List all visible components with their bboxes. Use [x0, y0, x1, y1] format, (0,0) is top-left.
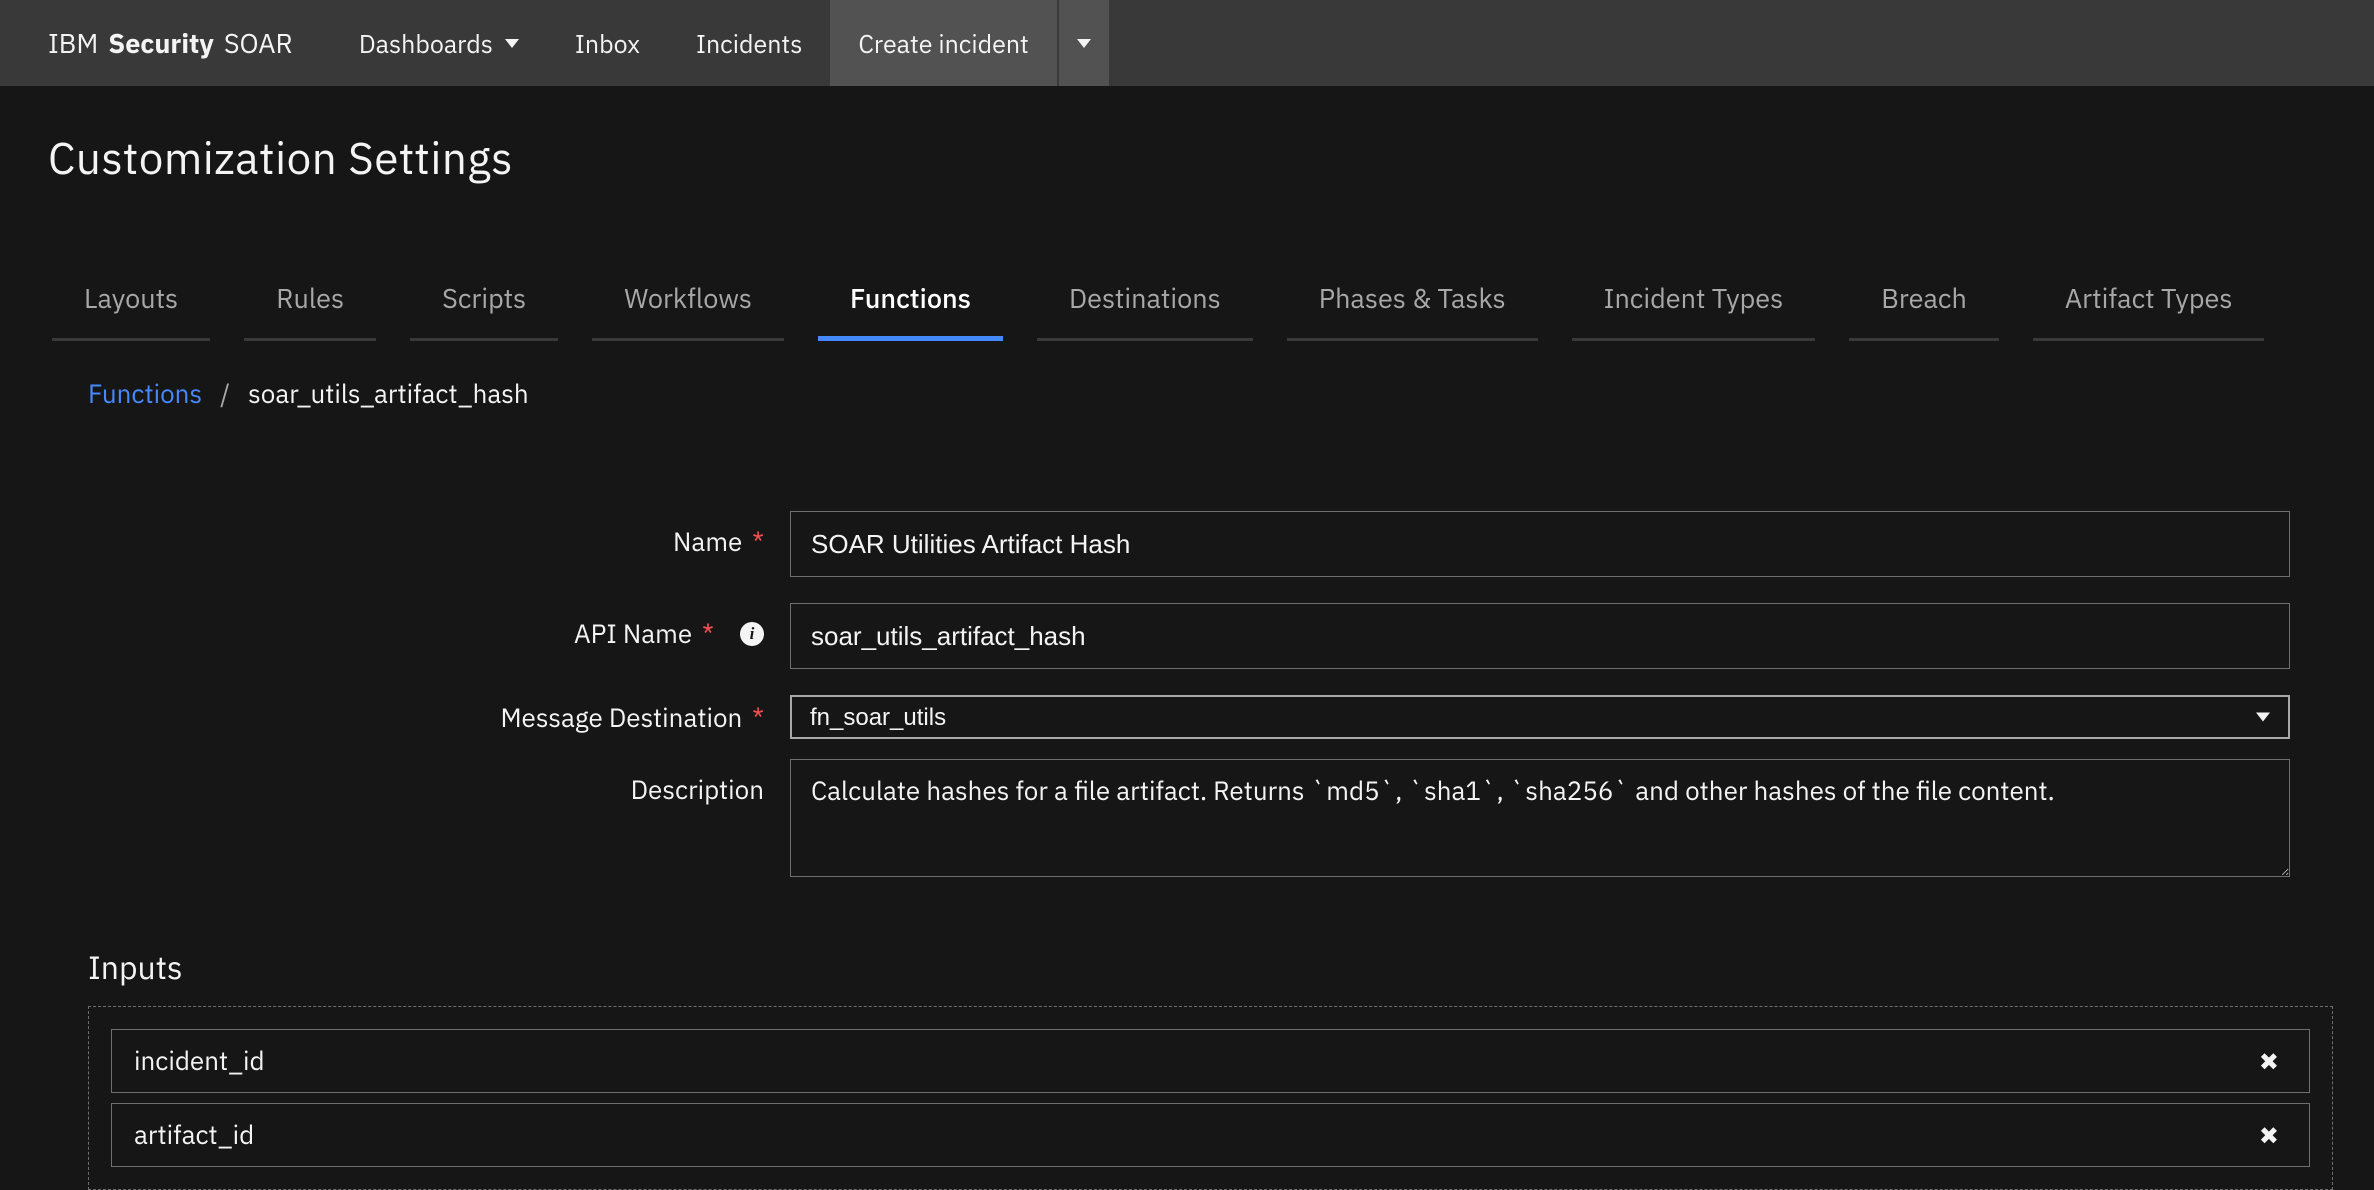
close-icon[interactable]: ✖ [2251, 1115, 2287, 1155]
nav-dashboards[interactable]: Dashboards [331, 0, 547, 86]
brand-soar: SOAR [224, 26, 293, 61]
message-destination-select[interactable]: fn_soar_utils [790, 695, 2290, 739]
nav-create-incident-dropdown[interactable] [1059, 0, 1109, 86]
tab-artifact-types[interactable]: Artifact Types [2033, 267, 2265, 341]
nav-create-incident-label: Create incident [858, 27, 1028, 60]
brand-security: Security [108, 26, 213, 61]
caret-down-icon [505, 39, 519, 48]
row-description: Description [0, 759, 2334, 884]
brand-ibm: IBM [48, 26, 98, 61]
nav-inbox-label: Inbox [575, 27, 640, 60]
inputs-dropzone[interactable]: incident_id ✖ artifact_id ✖ [88, 1006, 2333, 1190]
tab-breach[interactable]: Breach [1849, 267, 1999, 341]
tab-strip: Layouts Rules Scripts Workflows Function… [0, 187, 2374, 341]
label-message-destination-text: Message Destination [500, 701, 742, 735]
tab-phases-tasks[interactable]: Phases & Tasks [1287, 267, 1538, 341]
message-destination-select-wrap: fn_soar_utils [790, 695, 2290, 739]
nav-incidents[interactable]: Incidents [668, 0, 830, 86]
breadcrumb: Functions / soar_utils_artifact_hash [0, 341, 2374, 411]
page-title: Customization Settings [0, 86, 2374, 187]
label-name-text: Name [673, 525, 742, 559]
input-chip-label: incident_id [134, 1044, 265, 1078]
breadcrumb-functions-link[interactable]: Functions [88, 377, 202, 411]
nav-inbox[interactable]: Inbox [547, 0, 668, 86]
label-description-text: Description [631, 773, 764, 807]
input-chip[interactable]: artifact_id ✖ [111, 1103, 2310, 1167]
label-message-destination: Message Destination * [0, 695, 790, 735]
row-api-name: API Name * i [0, 603, 2334, 669]
tab-layouts[interactable]: Layouts [52, 267, 210, 341]
tab-functions[interactable]: Functions [818, 267, 1003, 341]
brand-logo: IBM Security SOAR [48, 26, 293, 61]
required-mark: * [752, 701, 764, 735]
api-name-input[interactable] [790, 603, 2290, 669]
row-name: Name * [0, 511, 2334, 577]
caret-down-icon [1077, 39, 1091, 48]
label-api-name-text: API Name [574, 617, 692, 651]
name-input[interactable] [790, 511, 2290, 577]
inputs-title: Inputs [88, 946, 2334, 988]
breadcrumb-current: soar_utils_artifact_hash [248, 377, 529, 411]
function-form: Name * API Name * i Message Destination … [0, 411, 2374, 884]
nav-create-incident[interactable]: Create incident [830, 0, 1056, 86]
nav-incidents-label: Incidents [696, 27, 802, 60]
tab-incident-types[interactable]: Incident Types [1572, 267, 1816, 341]
close-icon[interactable]: ✖ [2251, 1041, 2287, 1081]
tab-destinations[interactable]: Destinations [1037, 267, 1253, 341]
inputs-section: Inputs incident_id ✖ artifact_id ✖ [0, 910, 2374, 1190]
input-chip-label: artifact_id [134, 1118, 254, 1152]
info-icon[interactable]: i [740, 622, 764, 646]
label-name: Name * [0, 511, 790, 559]
top-nav: IBM Security SOAR Dashboards Inbox Incid… [0, 0, 2374, 86]
label-description: Description [0, 759, 790, 807]
tab-scripts[interactable]: Scripts [410, 267, 558, 341]
tab-rules[interactable]: Rules [244, 267, 376, 341]
nav-dashboards-label: Dashboards [359, 27, 493, 60]
tab-workflows[interactable]: Workflows [592, 267, 784, 341]
description-textarea[interactable] [790, 759, 2290, 877]
row-message-destination: Message Destination * fn_soar_utils [0, 695, 2334, 739]
required-mark: * [752, 525, 764, 559]
label-api-name: API Name * i [0, 603, 790, 651]
breadcrumb-separator: / [220, 377, 230, 411]
required-mark: * [702, 617, 714, 651]
input-chip[interactable]: incident_id ✖ [111, 1029, 2310, 1093]
